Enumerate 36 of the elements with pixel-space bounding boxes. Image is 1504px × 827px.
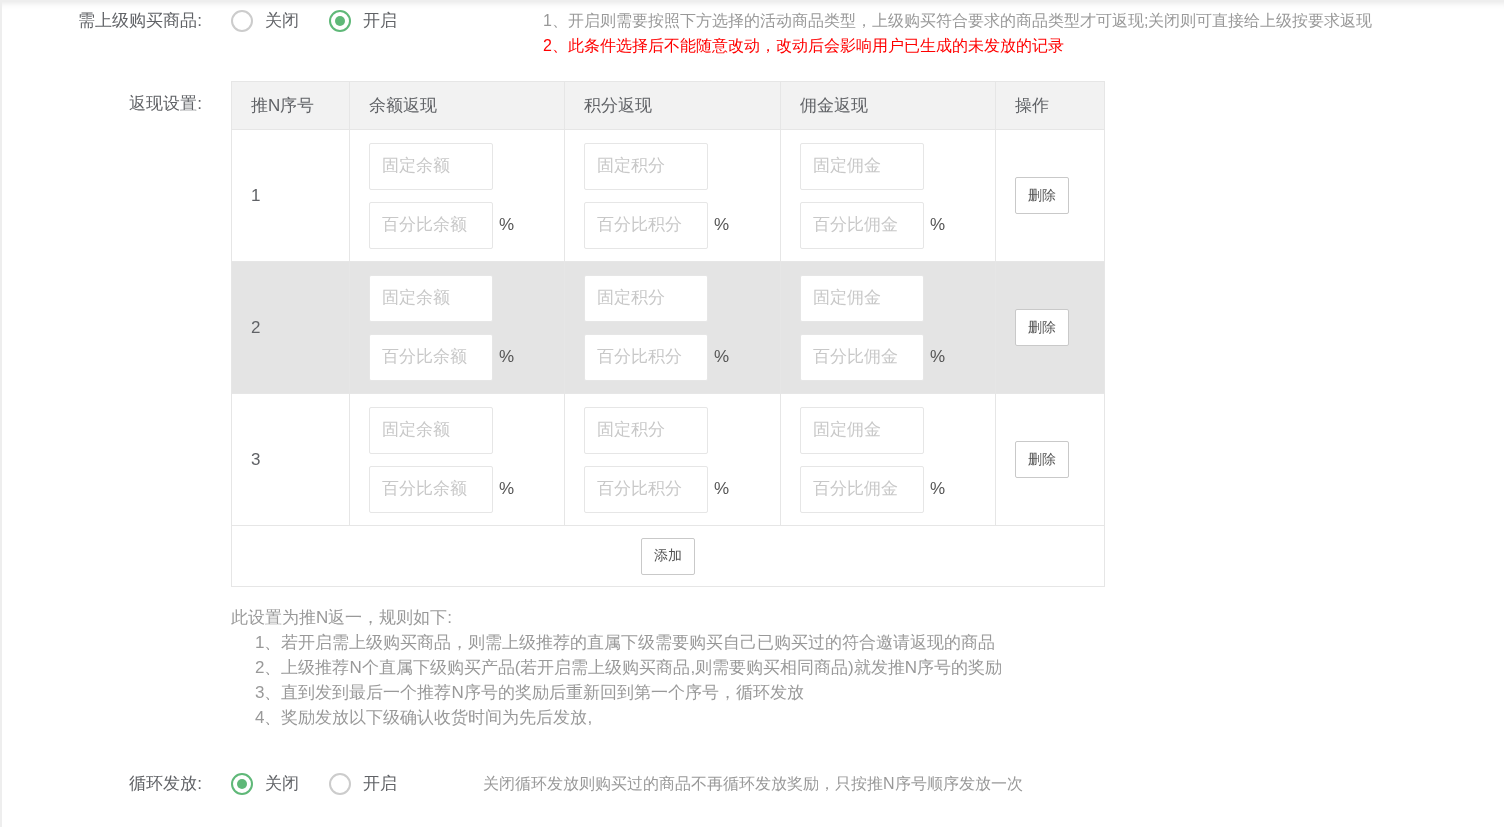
note-text: 1、若开启需上级购买商品，则需上级推荐的直属下级需要购买自己已购买过的符合邀请返现的商品 xyxy=(254,632,997,654)
hint-text: 1、开启则需要按照下方选择的活动商品类型，上级购买符合要求的商品类型才可返现;关闭则可直接给上级按要求返现 xyxy=(543,11,1373,31)
hint-text: 2、此条件选择后不能随意改动，改动后会影响用户已生成的未发放的记录 xyxy=(543,36,1065,56)
column-header: 余额返现 xyxy=(350,82,565,129)
delete-button[interactable]: 删除 xyxy=(1015,309,1069,346)
field-label: 需上级购买商品: xyxy=(77,10,203,32)
unit-label: % xyxy=(714,215,730,235)
radio-option[interactable]: 关闭 xyxy=(231,9,299,33)
row-number-cell: 1 xyxy=(232,130,350,261)
column-header: 操作 xyxy=(1014,95,1050,117)
field-label: 返现设置: xyxy=(128,93,203,115)
delete-button[interactable]: 删除 xyxy=(1015,177,1069,214)
delete-button[interactable]: 删除 xyxy=(1015,441,1069,478)
column-header: 推N序号 xyxy=(232,82,350,129)
note-text: 2、上级推荐N个直属下级购买产品(若开启需上级购买商品,则需要购买相同商品)就发推N序号的奖励 xyxy=(254,657,1004,679)
unit-label: % xyxy=(499,347,515,367)
row-number-cell: 2 xyxy=(232,262,350,393)
row-number-cell: 3 xyxy=(232,394,350,525)
notes-title: 此设置为推N返一，规则如下: xyxy=(231,607,453,629)
unit-label: % xyxy=(499,215,515,235)
field-label: 循环发放: xyxy=(128,773,203,795)
unit-label: % xyxy=(714,347,730,367)
radio-option[interactable]: 开启 xyxy=(329,772,397,796)
unit-label: % xyxy=(499,479,515,499)
unit-label: % xyxy=(714,479,730,499)
unit-label: % xyxy=(930,347,946,367)
radio-option[interactable]: 开启 xyxy=(329,9,397,33)
add-button[interactable]: 添加 xyxy=(641,537,695,575)
note-text: 4、奖励发放以下级确认收货时间为先后发放, xyxy=(254,707,594,729)
unit-label: % xyxy=(930,479,946,499)
hint-text: 关闭循环发放则购买过的商品不再循环发放奖励，只按推N序号顺序发放一次 xyxy=(483,774,1023,794)
note-text: 3、直到发到最后一个推荐N序号的奖励后重新回到第一个序号，循环发放 xyxy=(254,682,805,704)
unit-label: % xyxy=(930,215,946,235)
radio-option[interactable]: 关闭 xyxy=(231,772,299,796)
column-header: 积分返现 xyxy=(565,82,781,129)
column-header: 佣金返现 xyxy=(781,82,996,129)
